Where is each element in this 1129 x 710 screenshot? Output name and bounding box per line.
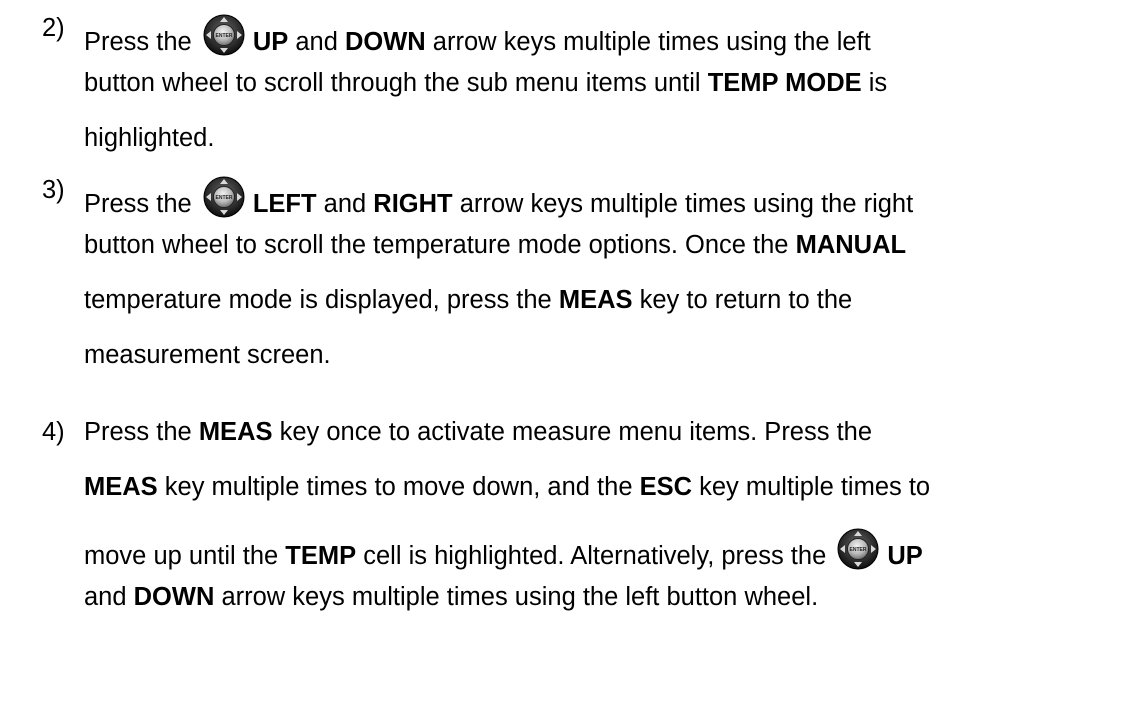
step-line: move up until the TEMP cell is highlight… <box>84 528 923 571</box>
step-number: 2) <box>42 14 65 42</box>
step-line: highlighted. <box>84 124 215 152</box>
step-line: Press the MEAS key once to activate meas… <box>84 418 873 446</box>
step-line: Press the LEFT and RIGHT arrow keys mult… <box>84 176 913 219</box>
button-wheel-icon <box>837 528 879 570</box>
step-number: 4) <box>42 418 65 446</box>
step-line: temperature mode is displayed, press the… <box>84 286 853 314</box>
button-wheel-icon <box>203 176 245 218</box>
step-line: and DOWN arrow keys multiple times using… <box>84 583 819 611</box>
step-line: button wheel to scroll the temperature m… <box>84 231 907 259</box>
step-line: measurement screen. <box>84 341 331 369</box>
button-wheel-icon <box>203 14 245 56</box>
step-line: Press the UP and DOWN arrow keys multipl… <box>84 14 871 57</box>
step-line: MEAS key multiple times to move down, an… <box>84 473 931 501</box>
step-line: button wheel to scroll through the sub m… <box>84 69 888 97</box>
step-number: 3) <box>42 176 65 204</box>
